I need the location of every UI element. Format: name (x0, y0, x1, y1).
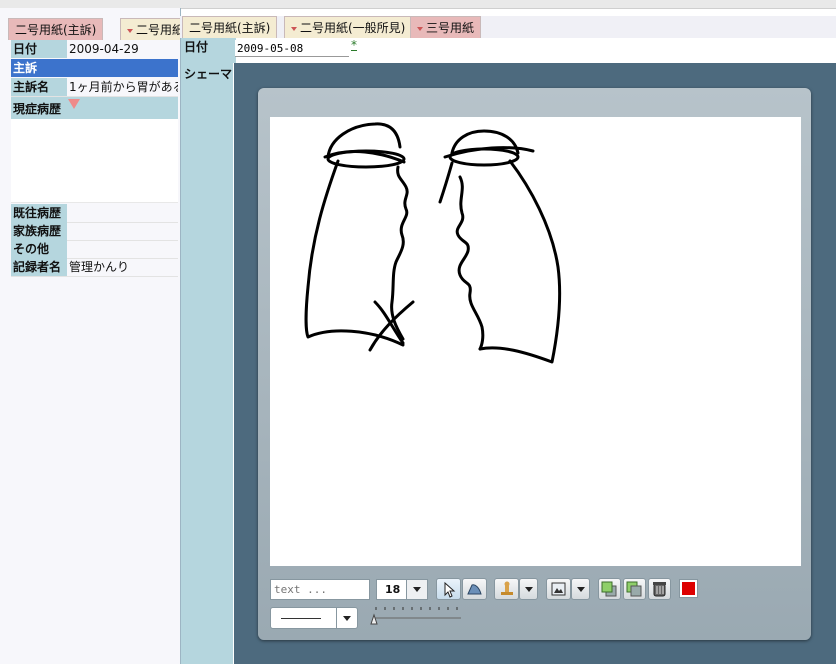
slider-thumb[interactable] (370, 613, 378, 625)
tab-label: 二号用紙(主訴) (15, 23, 97, 37)
date-label: 日付 (11, 40, 67, 58)
expand-triangle-icon[interactable] (68, 99, 80, 109)
complaint-value: 1ヶ月前から胃があるさ (69, 80, 178, 94)
past-history-label: 既往病歴 (11, 204, 67, 222)
font-size-select[interactable]: 18 (376, 579, 428, 600)
tab-label: 二号用紙(一般所見) (300, 21, 406, 35)
left-record-panel: 二号用紙(主訴) 二号用紙 日付 2009-04-29 主訴 主訴名 1ヶ月前か… (0, 8, 181, 664)
color-picker-button[interactable] (679, 579, 698, 598)
slider-track (370, 607, 461, 625)
text-input[interactable] (270, 579, 370, 600)
left-date-row: 日付 2009-04-29 (11, 40, 178, 58)
eraser-icon (467, 584, 482, 595)
other-row: その他 (11, 240, 178, 259)
right-date-row: 日付 * (181, 38, 836, 63)
dropdown-arrow-icon[interactable] (406, 580, 427, 599)
schema-label: シェーマ (184, 67, 233, 81)
bring-front-icon (601, 581, 617, 597)
recorder-value: 管理かんり (69, 260, 130, 274)
section-title: 主訴 (13, 61, 38, 75)
stamp-dropdown[interactable] (519, 578, 538, 600)
schema-label-column: シェーマ (181, 63, 233, 664)
stamp-tool-button[interactable] (494, 578, 519, 600)
delete-button[interactable] (648, 578, 671, 600)
tab-label: 三号用紙 (426, 21, 475, 35)
left-tab-form2[interactable]: 二号用紙 (120, 18, 180, 40)
tab-marker-icon (127, 28, 133, 33)
dropdown-arrow-icon[interactable] (336, 608, 357, 628)
date-input[interactable] (235, 40, 349, 57)
right-date-label: 日付 (181, 38, 236, 63)
tab-marker-icon (417, 26, 423, 31)
stamp-icon (501, 581, 513, 595)
image-tool-button[interactable] (546, 578, 571, 600)
past-history-row: 既往病歴 (11, 204, 178, 223)
right-tab-form3[interactable]: 三号用紙 (410, 16, 482, 39)
date-value: 2009-04-29 (69, 42, 139, 56)
right-tab-bar: 二号用紙(主訴) 二号用紙(一般所見) 三号用紙 (180, 16, 836, 39)
modified-indicator[interactable]: * (351, 38, 357, 52)
current-history-content (11, 119, 178, 203)
recorder-row: 記録者名 管理かんり (11, 258, 178, 277)
send-back-button[interactable] (623, 578, 646, 600)
other-label: その他 (11, 240, 67, 258)
complaint-row: 主訴名 1ヶ月前から胃があるさ (11, 78, 178, 97)
send-back-icon (626, 581, 642, 597)
drawing-canvas[interactable] (270, 117, 801, 566)
dropdown-arrow-icon (577, 587, 585, 592)
pointer-tool-button[interactable] (436, 578, 461, 600)
image-icon (551, 582, 566, 596)
current-history-label: 現症病歴 (13, 102, 62, 116)
complaint-label: 主訴名 (11, 78, 67, 96)
font-size-value: 18 (385, 583, 401, 596)
recorder-label: 記録者名 (11, 258, 67, 276)
line-style-preview (281, 618, 321, 619)
bring-front-button[interactable] (598, 578, 621, 600)
trash-icon (653, 582, 666, 597)
right-tab-general-findings[interactable]: 二号用紙(一般所見) (284, 16, 413, 39)
chief-complaint-section-header[interactable]: 主訴 (11, 59, 178, 77)
dropdown-arrow-icon (525, 587, 533, 592)
family-history-row: 家族病歴 (11, 222, 178, 241)
eraser-tool-button[interactable] (462, 578, 487, 600)
left-tab-chief-complaint[interactable]: 二号用紙(主訴) (8, 18, 104, 40)
tab-label: 二号用紙 (136, 23, 180, 37)
right-tab-chief-complaint[interactable]: 二号用紙(主訴) (182, 16, 278, 39)
family-history-label: 家族病歴 (11, 222, 67, 240)
color-swatch-icon (682, 582, 695, 595)
tab-label: 二号用紙(主訴) (189, 21, 271, 35)
lung-schema-drawing (304, 122, 562, 364)
image-dropdown[interactable] (571, 578, 590, 600)
tab-marker-icon (291, 26, 297, 31)
current-history-row: 現症病歴 (11, 97, 178, 119)
line-width-slider[interactable] (370, 604, 462, 628)
line-style-select[interactable] (270, 607, 358, 629)
pointer-icon (444, 581, 456, 598)
left-tab-bar: 二号用紙(主訴) 二号用紙 (0, 18, 180, 40)
